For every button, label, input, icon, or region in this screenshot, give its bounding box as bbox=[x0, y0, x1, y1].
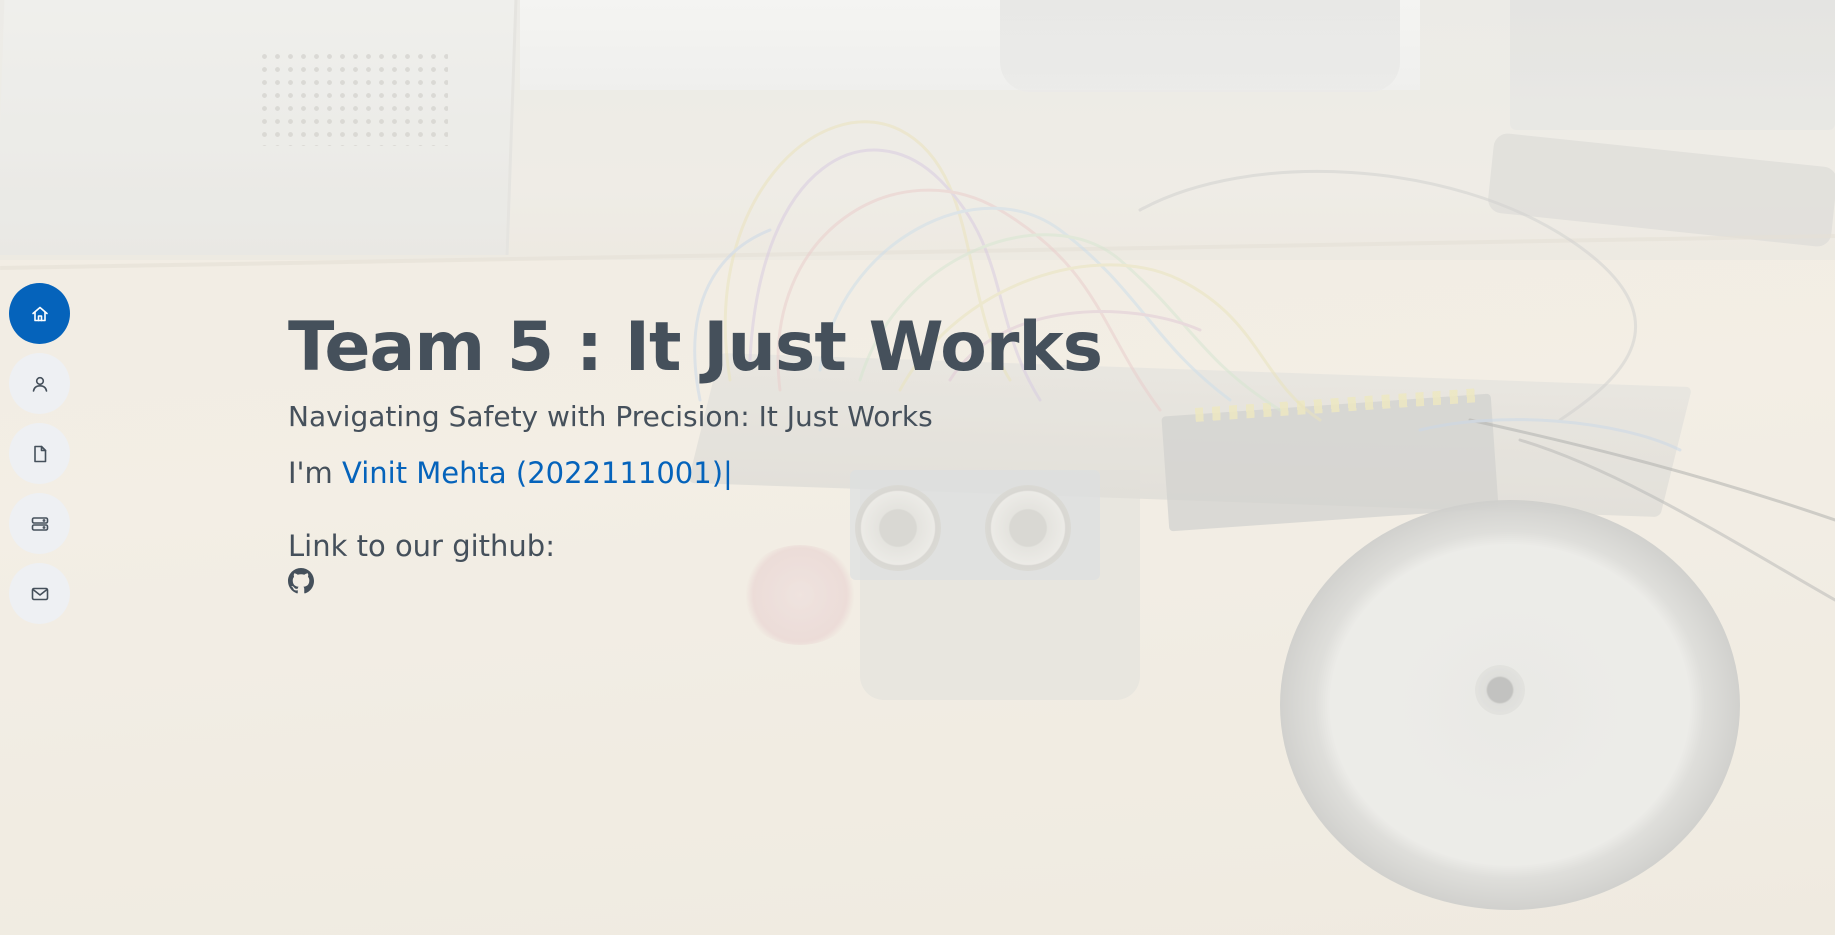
nav-about-button[interactable] bbox=[9, 353, 70, 414]
github-label: Link to our github: bbox=[288, 529, 555, 563]
hero-intro: I'm Vinit Mehta (2022111001)| bbox=[288, 453, 1288, 493]
nav-resume-button[interactable] bbox=[9, 423, 70, 484]
side-nav bbox=[9, 283, 70, 624]
github-link[interactable] bbox=[288, 568, 314, 594]
envelope-icon bbox=[31, 587, 48, 600]
hero-content: Team 5 : It Just Works Navigating Safety… bbox=[288, 300, 1288, 598]
hero-section: Team 5 : It Just Works Navigating Safety… bbox=[0, 0, 1835, 935]
typed-name: Vinit Mehta (2022111001) bbox=[342, 456, 724, 490]
nav-services-button[interactable] bbox=[9, 493, 70, 554]
typed-cursor: | bbox=[723, 456, 733, 490]
intro-prefix: I'm bbox=[288, 456, 333, 490]
home-icon bbox=[31, 306, 48, 321]
nav-home-button[interactable] bbox=[9, 283, 70, 344]
github-icon bbox=[288, 568, 314, 594]
nav-contact-button[interactable] bbox=[9, 563, 70, 624]
hero-title: Team 5 : It Just Works bbox=[288, 308, 1103, 387]
hero-subtitle: Navigating Safety with Precision: It Jus… bbox=[288, 400, 933, 433]
file-icon bbox=[33, 445, 46, 462]
person-icon bbox=[32, 376, 47, 392]
server-icon bbox=[31, 516, 48, 531]
